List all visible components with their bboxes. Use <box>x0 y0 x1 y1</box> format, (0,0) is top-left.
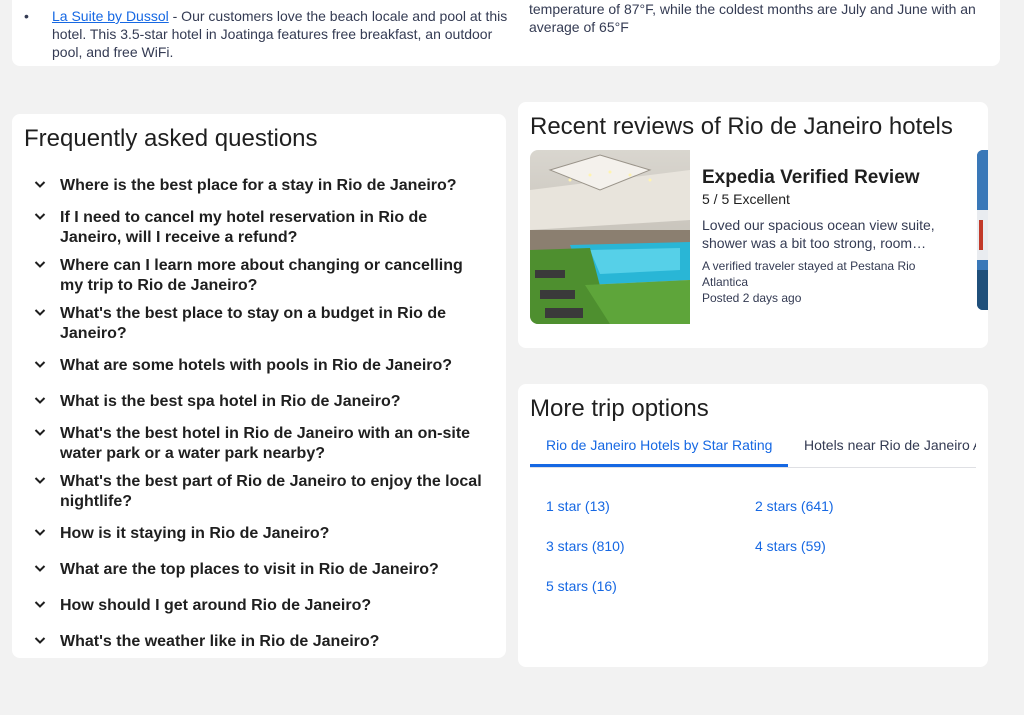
chevron-down-icon <box>34 429 46 436</box>
weather-text: Hottest months are usually February and … <box>529 1 976 35</box>
star-link-4[interactable]: 4 stars (59) <box>755 538 826 554</box>
trip-options-card: More trip options Rio de Janeiro Hotels … <box>518 384 988 667</box>
reviews-card: Recent reviews of Rio de Janeiro hotels <box>518 102 988 348</box>
faq-question: What's the best place to stay on a budge… <box>60 305 447 342</box>
chevron-down-icon <box>34 529 46 536</box>
review-body[interactable]: Expedia Verified Review 5 / 5 Excellent … <box>702 166 952 306</box>
faq-question: What are some hotels with pools in Rio d… <box>60 357 453 374</box>
review-text: Loved our spacious ocean view suite, sho… <box>702 217 935 251</box>
trip-options-title: More trip options <box>530 395 709 422</box>
trip-options-tabs: Rio de Janeiro Hotels by Star Rating Hot… <box>530 428 976 468</box>
star-link-2[interactable]: 2 stars (641) <box>755 498 834 514</box>
tab-airports[interactable]: Hotels near Rio de Janeiro Airports <box>788 428 976 467</box>
tab-star-rating[interactable]: Rio de Janeiro Hotels by Star Rating <box>530 428 789 467</box>
review-rating: 5 / 5 Excellent <box>702 191 790 207</box>
review-posted: Posted 2 days ago <box>702 291 802 305</box>
chevron-down-icon <box>34 361 46 368</box>
next-review-image <box>977 150 988 310</box>
faq-question: If I need to cancel my hotel reservation… <box>60 209 428 246</box>
chevron-down-icon <box>34 213 46 220</box>
chevron-down-icon <box>34 309 46 316</box>
review-source: Expedia Verified Review <box>702 167 920 188</box>
chevron-down-icon <box>34 637 46 644</box>
review-hotel-image[interactable] <box>530 150 690 324</box>
list-bullet: • <box>24 8 29 24</box>
pool-image <box>530 150 690 324</box>
hotel-info-card: • La Suite by Dussol - Our customers lov… <box>12 0 1000 66</box>
star-link-1[interactable]: 1 star (13) <box>546 498 610 514</box>
chevron-down-icon <box>34 261 46 268</box>
chevron-down-icon <box>34 181 46 188</box>
faq-question: Where is the best place for a stay in Ri… <box>60 177 457 194</box>
faq-title: Frequently asked questions <box>24 125 318 152</box>
faq-question: What is the best spa hotel in Rio de Jan… <box>60 393 401 410</box>
faq-card: Frequently asked questions Where is the … <box>12 114 506 658</box>
next-review-thumbnail[interactable] <box>977 150 988 310</box>
faq-question: What are the top places to visit in Rio … <box>60 561 439 578</box>
star-link-3[interactable]: 3 stars (810) <box>546 538 625 554</box>
faq-question: What's the best part of Rio de Janeiro t… <box>60 473 482 510</box>
faq-question: What's the weather like in Rio de Janeir… <box>60 633 380 650</box>
chevron-down-icon <box>34 565 46 572</box>
chevron-down-icon <box>34 601 46 608</box>
chevron-down-icon <box>34 397 46 404</box>
star-link-5[interactable]: 5 stars (16) <box>546 578 617 594</box>
faq-question: How is it staying in Rio de Janeiro? <box>60 525 330 542</box>
faq-question: What's the best hotel in Rio de Janeiro … <box>60 425 471 462</box>
faq-question: Where can I learn more about changing or… <box>60 257 463 294</box>
reviews-title: Recent reviews of Rio de Janeiro hotels <box>530 113 953 140</box>
faq-question: How should I get around Rio de Janeiro? <box>60 597 372 614</box>
review-author: A verified traveler stayed at Pestana Ri… <box>702 259 916 289</box>
hotel-link[interactable]: La Suite by Dussol <box>52 8 169 24</box>
chevron-down-icon <box>34 477 46 484</box>
